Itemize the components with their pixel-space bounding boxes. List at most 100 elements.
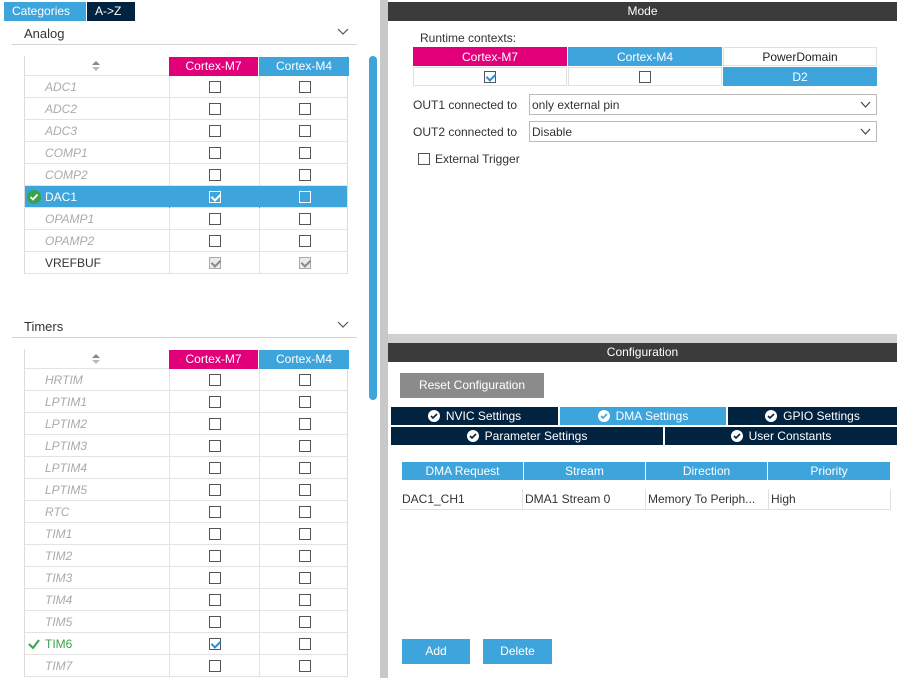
core-checkbox[interactable] [299, 506, 311, 518]
core-checkbox[interactable] [209, 396, 221, 408]
table-row[interactable]: LPTIM4 [25, 457, 347, 479]
table-row[interactable]: ADC1 [25, 76, 347, 98]
core-checkbox[interactable] [299, 616, 311, 628]
tab-parameter-settings[interactable]: Parameter Settings [391, 427, 663, 445]
core-checkbox[interactable] [209, 616, 221, 628]
table-row[interactable]: COMP1 [25, 142, 347, 164]
reset-configuration-button[interactable]: Reset Configuration [400, 373, 544, 398]
core-checkbox[interactable] [209, 235, 221, 247]
core-checkbox[interactable] [299, 484, 311, 496]
core-checkbox[interactable] [299, 125, 311, 137]
core-checkbox[interactable] [299, 396, 311, 408]
core-checkbox[interactable] [299, 213, 311, 225]
core-checkbox[interactable] [209, 169, 221, 181]
core-checkbox[interactable] [209, 125, 221, 137]
tab-nvic-settings[interactable]: NVIC Settings [391, 407, 558, 425]
core-checkbox[interactable] [299, 638, 311, 650]
tab-a-z[interactable]: A->Z [87, 2, 135, 21]
core-checkbox[interactable] [209, 191, 221, 203]
table-row[interactable]: COMP2 [25, 164, 347, 186]
core-checkbox[interactable] [209, 484, 221, 496]
core-checkbox[interactable] [299, 191, 311, 203]
out2-select[interactable]: Disable [529, 121, 877, 142]
power-domain-value[interactable]: D2 [723, 67, 877, 86]
core-checkbox[interactable] [209, 528, 221, 540]
chevron-down-icon[interactable] [337, 25, 349, 37]
delete-button[interactable]: Delete [483, 639, 552, 664]
table-row[interactable]: TIM1 [25, 523, 347, 545]
table-row[interactable]: LPTIM1 [25, 391, 347, 413]
core-checkbox[interactable] [299, 81, 311, 93]
core-checkbox[interactable] [299, 594, 311, 606]
horizontal-splitter[interactable] [388, 334, 897, 343]
core-checkbox[interactable] [209, 462, 221, 474]
dma-header-request[interactable]: DMA Request [402, 462, 523, 480]
core-checkbox[interactable] [209, 81, 221, 93]
table-row[interactable]: TIM3 [25, 567, 347, 589]
core-checkbox[interactable] [299, 660, 311, 672]
table-row[interactable]: TIM4 [25, 589, 347, 611]
table-row[interactable]: HRTIM [25, 369, 347, 391]
core-checkbox[interactable] [299, 147, 311, 159]
table-row[interactable]: TIM2 [25, 545, 347, 567]
core-checkbox[interactable] [209, 440, 221, 452]
core-checkbox[interactable] [299, 374, 311, 386]
core-checkbox[interactable] [299, 169, 311, 181]
core-checkbox[interactable] [209, 147, 221, 159]
core-checkbox[interactable] [209, 550, 221, 562]
core-checkbox[interactable] [209, 418, 221, 430]
core-checkbox[interactable] [299, 235, 311, 247]
table-row[interactable]: OPAMP2 [25, 230, 347, 252]
add-button[interactable]: Add [402, 639, 470, 664]
analog-section-header[interactable]: Analog [12, 23, 357, 45]
chevron-down-icon[interactable] [337, 318, 349, 330]
core-checkbox[interactable] [209, 660, 221, 672]
out1-select[interactable]: only external pin [529, 94, 877, 115]
ctx-m4-checkbox[interactable] [639, 71, 651, 83]
tab-user-constants[interactable]: User Constants [665, 427, 897, 445]
scrollbar-thumb[interactable] [369, 56, 377, 400]
external-trigger-checkbox[interactable] [418, 153, 430, 165]
tab-dma-settings[interactable]: DMA Settings [560, 407, 726, 425]
dma-header-priority[interactable]: Priority [768, 462, 890, 480]
table-row[interactable]: LPTIM5 [25, 479, 347, 501]
table-row[interactable]: TIM6 [25, 633, 347, 655]
core-checkbox[interactable] [209, 374, 221, 386]
table-row[interactable]: TIM5 [25, 611, 347, 633]
core-checkbox[interactable] [209, 594, 221, 606]
core-checkbox[interactable] [209, 213, 221, 225]
core-checkbox[interactable] [299, 103, 311, 115]
table-row[interactable]: VREFBUF [25, 252, 347, 274]
core-checkbox[interactable] [299, 257, 311, 269]
core-checkbox[interactable] [209, 638, 221, 650]
table-row[interactable]: RTC [25, 501, 347, 523]
column-cortex-m4: Cortex-M4 [259, 57, 349, 76]
core-checkbox[interactable] [299, 528, 311, 540]
sort-icon[interactable] [91, 60, 101, 72]
core-checkbox[interactable] [209, 103, 221, 115]
tab-gpio-settings[interactable]: GPIO Settings [728, 407, 897, 425]
table-row[interactable]: DAC1 [25, 186, 347, 208]
ctx-m7-checkbox[interactable] [484, 71, 496, 83]
table-row[interactable]: TIM7 [25, 655, 347, 677]
core-checkbox[interactable] [209, 572, 221, 584]
dma-header-direction[interactable]: Direction [646, 462, 767, 480]
dma-header-stream[interactable]: Stream [524, 462, 645, 480]
table-row[interactable]: LPTIM2 [25, 413, 347, 435]
core-checkbox[interactable] [299, 462, 311, 474]
table-row[interactable]: ADC3 [25, 120, 347, 142]
table-row[interactable]: ADC2 [25, 98, 347, 120]
core-checkbox[interactable] [209, 506, 221, 518]
core-checkbox[interactable] [299, 418, 311, 430]
table-row[interactable]: LPTIM3 [25, 435, 347, 457]
vertical-splitter[interactable] [380, 0, 388, 678]
tab-categories[interactable]: Categories [4, 2, 86, 21]
cortex-m7-cell [169, 567, 259, 589]
timers-section-header[interactable]: Timers [12, 316, 357, 338]
core-checkbox[interactable] [299, 550, 311, 562]
core-checkbox[interactable] [299, 440, 311, 452]
table-row[interactable]: OPAMP1 [25, 208, 347, 230]
sort-icon[interactable] [91, 353, 101, 365]
core-checkbox[interactable] [209, 257, 221, 269]
core-checkbox[interactable] [299, 572, 311, 584]
